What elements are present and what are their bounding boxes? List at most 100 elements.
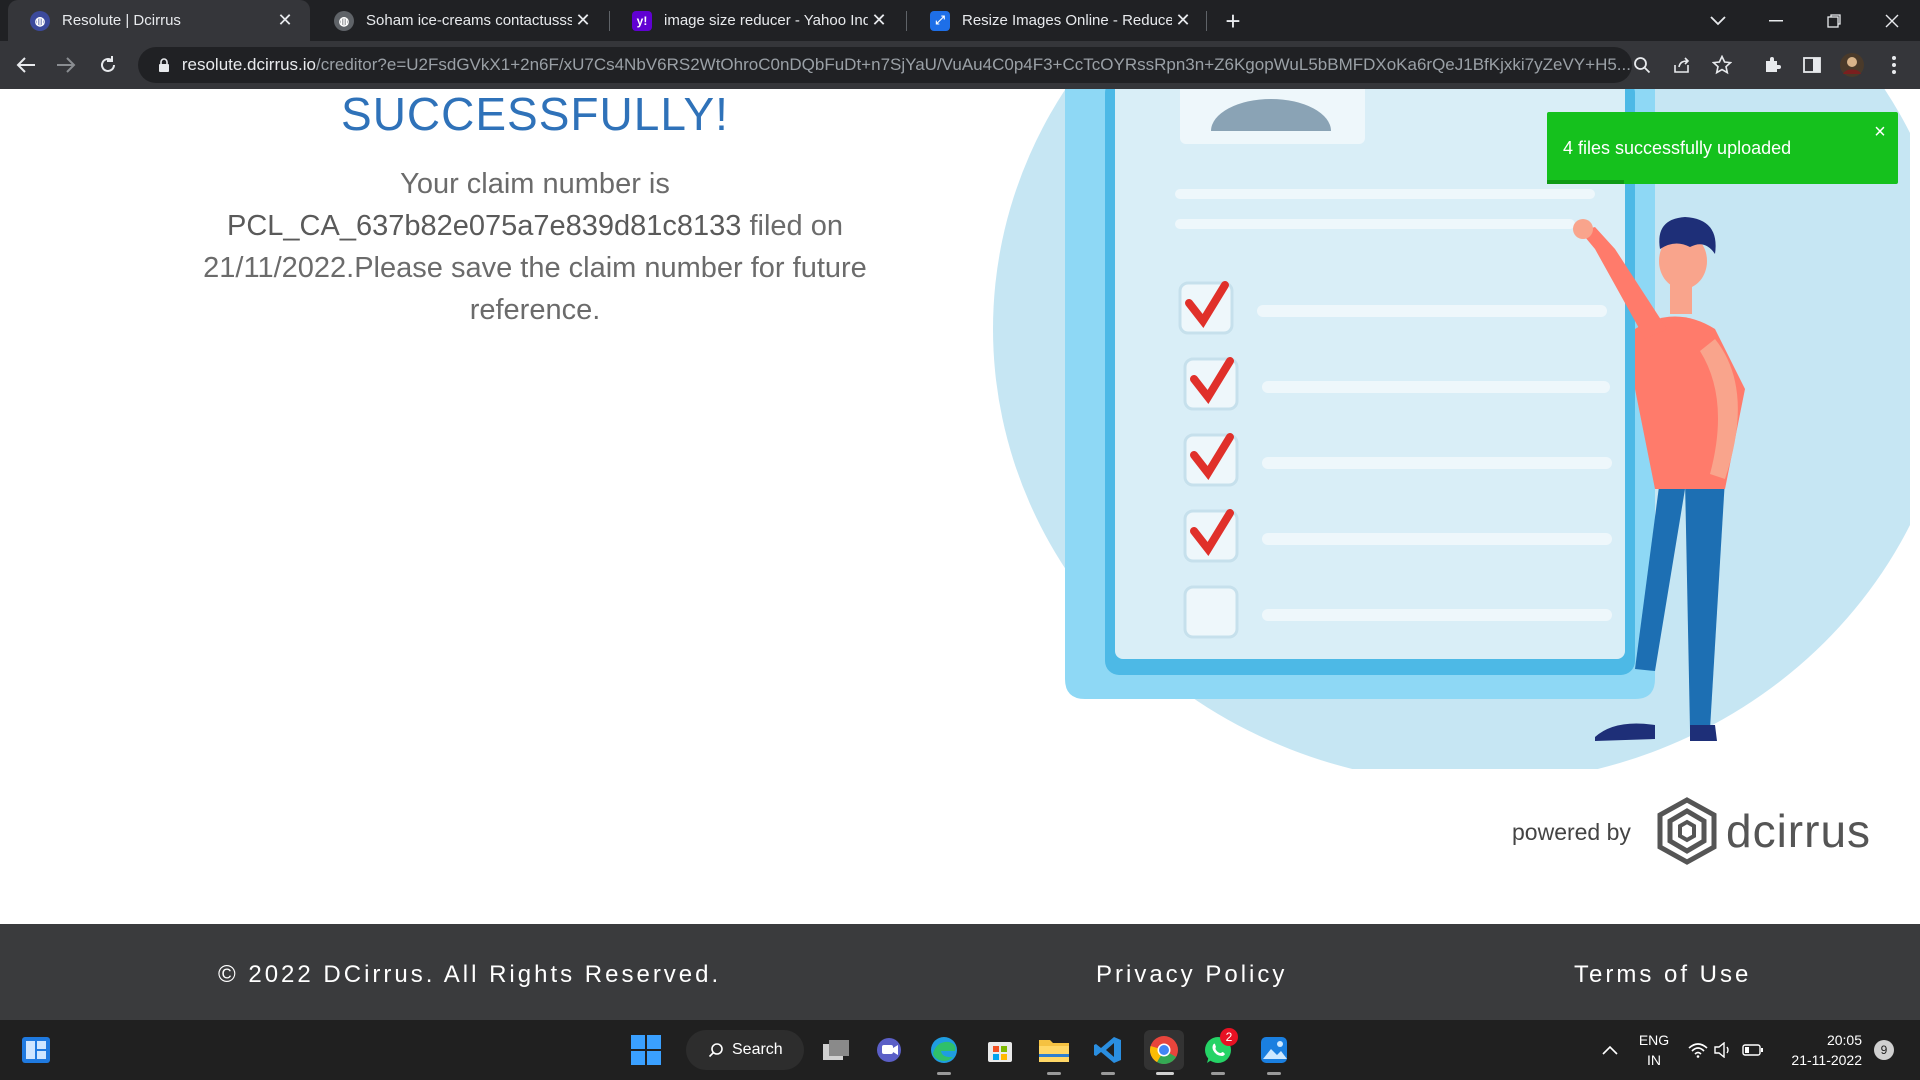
task-view-icon xyxy=(823,1040,849,1060)
tab-title: Soham ice-creams contactusssss xyxy=(366,12,572,29)
close-icon[interactable]: ✕ xyxy=(1172,10,1194,32)
page-footer: © 2022 DCirrus. All Rights Reserved. Pri… xyxy=(0,924,1920,1020)
minimize-icon xyxy=(1769,19,1783,21)
close-icon[interactable]: × xyxy=(1870,121,1890,143)
claim-message: Your claim number is PCL_CA_637b82e075a7… xyxy=(170,163,900,331)
browser-toolbar: resolute.dcirrus.io/creditor?e=U2FsdGVkX… xyxy=(0,41,1920,89)
task-view-button[interactable] xyxy=(816,1030,856,1070)
profile-avatar[interactable] xyxy=(1836,49,1868,81)
arrow-right-icon xyxy=(57,57,76,73)
page-content: SUCCESSFULLY! Your claim number is PCL_C… xyxy=(0,89,1920,924)
tab-yahoo[interactable]: y! image size reducer - Yahoo India ✕ xyxy=(610,0,904,41)
tab-separator xyxy=(1206,11,1207,31)
extensions-button[interactable] xyxy=(1756,49,1788,81)
close-icon[interactable]: ✕ xyxy=(274,10,296,32)
upload-success-toast: 4 files successfully uploaded × xyxy=(1547,112,1898,184)
language-indicator[interactable]: ENG IN xyxy=(1634,1030,1674,1070)
quick-settings-button[interactable] xyxy=(1686,1030,1766,1070)
search-icon xyxy=(708,1042,724,1058)
toast-message: 4 files successfully uploaded xyxy=(1563,137,1792,158)
url-text[interactable]: resolute.dcirrus.io/creditor?e=U2FsdGVkX… xyxy=(182,55,1632,75)
clock-time: 20:05 xyxy=(1826,1032,1862,1048)
lock-icon[interactable] xyxy=(152,57,176,73)
bookmark-button[interactable] xyxy=(1706,49,1738,81)
avatar-icon xyxy=(1840,53,1864,77)
close-icon[interactable]: ✕ xyxy=(868,10,890,32)
message-line-4: reference. xyxy=(469,294,601,326)
dcirrus-logo[interactable]: dcirrus xyxy=(1656,797,1871,865)
vscode-button[interactable] xyxy=(1088,1030,1128,1070)
tab-resize[interactable]: ⤢ Resize Images Online - Reduce JPG ✕ xyxy=(908,0,1208,41)
tab-soham[interactable]: ◍ Soham ice-creams contactusssss ✕ xyxy=(312,0,608,41)
search-label: Search xyxy=(732,1041,783,1058)
person-hand xyxy=(1573,219,1593,239)
file-explorer-button[interactable] xyxy=(1034,1030,1074,1070)
tab-title: Resolute | Dcirrus xyxy=(62,12,181,29)
message-line-2: PCL_CA_637b82e075a7e839d81c8133 filed on xyxy=(170,205,900,247)
running-indicator xyxy=(1101,1072,1115,1075)
zoom-button[interactable] xyxy=(1626,49,1658,81)
puzzle-icon xyxy=(1766,57,1781,72)
tab-separator xyxy=(906,11,907,31)
edge-button[interactable] xyxy=(924,1030,964,1070)
sheet-line xyxy=(1175,219,1575,229)
running-indicator xyxy=(1267,1072,1281,1075)
running-indicator xyxy=(1047,1072,1061,1075)
globe-icon: ◍ xyxy=(334,10,354,31)
chevron-down-icon xyxy=(1710,15,1726,25)
close-icon[interactable]: ✕ xyxy=(572,10,594,32)
windows-logo-icon xyxy=(631,1035,661,1065)
windows-taskbar: Search 2 ENG IN 20:05 21-11-2022 9 xyxy=(0,1020,1920,1080)
photos-button[interactable] xyxy=(1254,1030,1294,1070)
claim-number: PCL_CA_637b82e075a7e839d81c8133 xyxy=(227,210,742,242)
clock[interactable]: 20:05 21-11-2022 xyxy=(1782,1030,1862,1070)
address-bar[interactable]: resolute.dcirrus.io/creditor?e=U2FsdGVkX… xyxy=(138,47,1632,83)
privacy-policy-link[interactable]: Privacy Policy xyxy=(1096,961,1287,989)
arrow-left-icon xyxy=(16,57,35,73)
side-panel-icon xyxy=(1803,57,1821,73)
window-close-button[interactable] xyxy=(1864,0,1920,41)
share-icon xyxy=(1674,57,1690,73)
widgets-button[interactable] xyxy=(16,1030,56,1070)
taskbar-search[interactable]: Search xyxy=(686,1030,804,1070)
chrome-button[interactable] xyxy=(1144,1030,1184,1070)
minimize-button[interactable] xyxy=(1748,0,1804,41)
back-button[interactable] xyxy=(10,49,42,81)
new-tab-button[interactable]: + xyxy=(1218,6,1248,36)
tab-resolute[interactable]: ◍ Resolute | Dcirrus ✕ xyxy=(8,0,310,41)
magnifier-icon xyxy=(1634,57,1651,74)
tab-title: Resize Images Online - Reduce JPG xyxy=(962,12,1172,29)
battery-icon xyxy=(1742,1044,1763,1056)
terms-of-use-link[interactable]: Terms of Use xyxy=(1574,961,1751,989)
wifi-icon xyxy=(1688,1043,1708,1058)
chat-icon xyxy=(877,1038,901,1062)
running-indicator xyxy=(1156,1072,1174,1075)
whatsapp-button[interactable]: 2 xyxy=(1198,1028,1238,1070)
chrome-icon xyxy=(1150,1036,1178,1064)
footer-copyright: © 2022 DCirrus. All Rights Reserved. xyxy=(218,961,722,988)
browser-menu-button[interactable] xyxy=(1878,49,1910,81)
notification-count: 9 xyxy=(1880,1043,1888,1057)
reload-icon xyxy=(101,56,115,72)
teams-chat-button[interactable] xyxy=(870,1030,910,1070)
sheet-line xyxy=(1175,189,1595,199)
restore-button[interactable] xyxy=(1806,0,1862,41)
language-line-2: IN xyxy=(1647,1052,1661,1068)
start-button[interactable] xyxy=(626,1030,666,1070)
side-panel-button[interactable] xyxy=(1796,49,1828,81)
message-filed-on: filed on xyxy=(749,210,843,242)
reload-button[interactable] xyxy=(92,49,124,81)
photos-icon xyxy=(1261,1037,1287,1063)
item-line xyxy=(1262,381,1610,393)
show-hidden-icons-button[interactable] xyxy=(1590,1030,1630,1070)
share-button[interactable] xyxy=(1666,49,1698,81)
store-icon xyxy=(988,1042,1012,1062)
store-button[interactable] xyxy=(980,1030,1020,1070)
tab-search-button[interactable] xyxy=(1690,0,1746,41)
notification-count-badge[interactable]: 9 xyxy=(1874,1040,1894,1060)
tab-title: image size reducer - Yahoo India xyxy=(664,12,868,29)
item-line xyxy=(1262,533,1612,545)
folder-icon xyxy=(1039,1040,1069,1062)
item-line xyxy=(1262,457,1612,469)
forward-button[interactable] xyxy=(50,49,82,81)
